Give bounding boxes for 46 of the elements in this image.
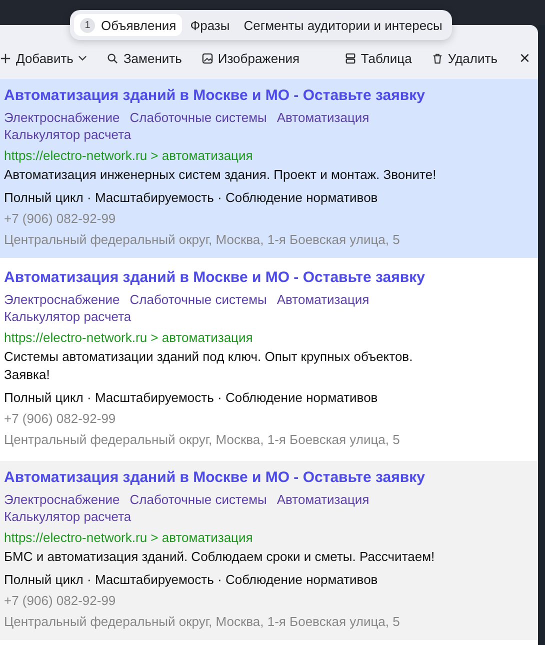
tab[interactable]: Сегменты аудитории и интересы <box>238 14 448 36</box>
sitelink[interactable]: Электроснабжение <box>4 109 120 126</box>
image-icon <box>202 52 213 64</box>
sitelink[interactable]: Автоматизация <box>276 291 370 308</box>
address: Центральный федеральный округ, Москва, 1-я Боевская улица, 5 <box>4 231 401 249</box>
toolbar-button[interactable]: Таблица <box>344 48 412 68</box>
address: Центральный федеральный округ, Москва, 1-я Боевская улица, 5 <box>4 431 401 449</box>
tab[interactable]: 1 Объявления <box>74 14 182 36</box>
tab[interactable]: Фразы <box>184 14 236 36</box>
close-button[interactable]: × <box>519 46 530 70</box>
callouts: Полный цикл · Масштабируемость · Соблюдение нормативов <box>4 571 379 589</box>
sitelink[interactable]: Калькулятор расчета <box>4 508 132 525</box>
ad-card[interactable] <box>0 79 538 258</box>
toolbar-button[interactable]: Изображения <box>202 48 300 68</box>
trash-icon <box>432 52 443 64</box>
toolbar-button[interactable]: Добавить <box>0 48 88 68</box>
ad-text: БМС и автоматизация зданий. Соблюдаем сроки и сметы. Рассчитаем! <box>4 548 436 566</box>
ad-text: Автоматизация инженерных систем здания. Проект и монтаж. Звоните! <box>4 166 438 184</box>
search-icon <box>107 52 118 64</box>
phone-number: +7 (906) 082-92-99 <box>4 210 117 228</box>
callouts: Полный цикл · Масштабируемость · Соблюдение нормативов <box>4 389 379 407</box>
sitelink[interactable]: Автоматизация <box>276 491 370 508</box>
sitelink[interactable]: Электроснабжение <box>4 491 120 508</box>
ad-title[interactable]: Автоматизация зданий в Москве и МО - Оставьте заявку <box>4 468 534 488</box>
count-badge: 1 <box>80 18 95 32</box>
address: Центральный федеральный округ, Москва, 1-я Боевская улица, 5 <box>4 613 401 631</box>
sitelink[interactable]: Калькулятор расчета <box>4 308 132 325</box>
plus-icon <box>0 52 11 64</box>
ad-title[interactable]: Автоматизация зданий в Москве и МО - Оставьте заявку <box>4 86 534 106</box>
rows-icon <box>344 52 356 64</box>
sitelink[interactable]: Электроснабжение <box>4 291 120 308</box>
ad-text: Системы автоматизации зданий под ключ. Опыт крупных объектов. Заявка! <box>4 348 414 384</box>
sitelink[interactable]: Автоматизация <box>276 109 370 126</box>
toolbar-button[interactable]: Удалить <box>432 48 498 68</box>
toolbar-button[interactable]: Заменить <box>107 48 182 68</box>
phone-number: +7 (906) 082-92-99 <box>4 592 117 610</box>
sitelink[interactable]: Калькулятор расчета <box>4 126 132 143</box>
sitelink[interactable]: Слаботочные системы <box>130 291 267 308</box>
sitelink[interactable]: Слаботочные системы <box>130 109 267 126</box>
ad-card[interactable] <box>0 461 538 640</box>
chevron-down-icon <box>78 55 88 61</box>
ad-url[interactable]: https://electro-network.ru > автоматизация <box>4 327 534 348</box>
callouts: Полный цикл · Масштабируемость · Соблюдение нормативов <box>4 189 379 207</box>
phone-number: +7 (906) 082-92-99 <box>4 410 117 428</box>
ad-title[interactable]: Автоматизация зданий в Москве и МО - Оставьте заявку <box>4 268 534 288</box>
sitelink[interactable]: Слаботочные системы <box>130 491 267 508</box>
